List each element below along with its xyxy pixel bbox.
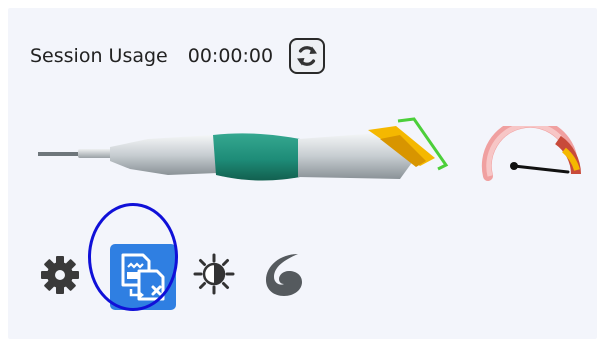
speed-gauge-icon: [481, 126, 581, 181]
brightness-icon: [193, 253, 235, 295]
session-usage-row: Session Usage 00:00:00: [30, 38, 326, 74]
brightness-button[interactable]: [190, 250, 238, 298]
refresh-button[interactable]: [289, 38, 326, 74]
refresh-icon: [297, 46, 318, 66]
session-usage-label: Session Usage: [30, 45, 168, 67]
swirl-icon: [266, 254, 302, 296]
swirl-button[interactable]: [256, 246, 312, 302]
usage-panel: Session Usage 00:00:00: [8, 8, 597, 339]
gear-icon: [41, 256, 79, 294]
dental-handpiece-icon: [38, 117, 449, 181]
tool-bar: [8, 236, 597, 316]
session-usage-time: 00:00:00: [187, 45, 274, 67]
report-files-icon: [121, 253, 165, 301]
settings-button[interactable]: [38, 253, 82, 297]
report-files-button[interactable]: [110, 244, 176, 310]
